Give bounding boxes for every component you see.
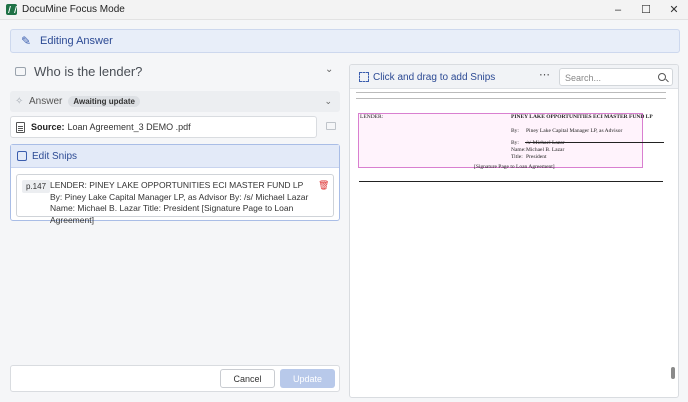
doc-name-label: Name:	[511, 147, 526, 153]
search-placeholder: Search...	[565, 73, 602, 83]
answer-row[interactable]: ✧ Answer Awaiting update ⌄	[10, 91, 340, 112]
doc-title-value: President	[526, 154, 547, 160]
scrollbar-thumb[interactable]	[671, 367, 675, 379]
window-controls: – ☐ ✕	[604, 0, 688, 19]
search-icon[interactable]	[658, 73, 666, 81]
sparkle-icon: ✧	[15, 95, 24, 107]
doc-signature-value: /s/ Michael Lazar	[526, 140, 565, 146]
page-divider	[356, 98, 666, 99]
answer-editor-panel: Who is the lender? ⌄ ✧ Answer Awaiting u…	[10, 58, 342, 400]
question-card-icon	[15, 66, 26, 76]
snip-highlight-box[interactable]	[358, 113, 643, 168]
snip-card[interactable]: p.147 LENDER: PINEY LAKE OPPORTUNITIES E…	[16, 174, 334, 225]
main-frame: ✎ Editing Answer Who is the lender? ⌄ ✧ …	[0, 19, 688, 402]
status-badge: Awaiting update	[68, 96, 140, 107]
edit-snips-icon	[17, 151, 27, 161]
window-titlebar: DocuMine Focus Mode – ☐ ✕	[0, 0, 688, 19]
edit-snips-title: Edit Snips	[32, 150, 78, 162]
chevron-down-icon[interactable]: ⌄	[325, 65, 334, 75]
chevron-down-icon[interactable]: ⌄	[324, 96, 332, 107]
source-value: Loan Agreement_3 DEMO .pdf	[67, 122, 191, 132]
doc-footer: [Signature Page to Loan Agreement]	[474, 164, 555, 170]
maximize-button[interactable]: ☐	[632, 0, 660, 19]
doc-name-value: Michael B. Lazar	[526, 147, 565, 153]
source-field[interactable]: Source: Loan Agreement_3 DEMO .pdf	[10, 116, 317, 138]
page-tag[interactable]: p.147	[22, 180, 51, 193]
question-text: Who is the lender?	[34, 63, 143, 79]
drag-select-icon	[359, 72, 369, 82]
page-rule	[359, 181, 663, 182]
edit-snips-header: Edit Snips	[11, 145, 339, 168]
question-header[interactable]: Who is the lender? ⌄	[10, 58, 342, 84]
editing-banner-label: Editing Answer	[40, 35, 113, 47]
close-button[interactable]: ✕	[660, 0, 688, 19]
answer-label: Answer	[29, 96, 63, 107]
action-bar: Cancel Update	[10, 365, 340, 392]
source-label: Source:	[31, 122, 65, 132]
editing-banner: ✎ Editing Answer	[10, 29, 680, 53]
comment-icon[interactable]	[326, 122, 336, 130]
search-input[interactable]: Search...	[559, 68, 673, 86]
document-page[interactable]: LENDER: PINEY LAKE OPPORTUNITIES ECI MAS…	[356, 92, 666, 397]
doc-by-label: By:	[511, 140, 519, 146]
signature-line	[525, 142, 664, 143]
scrollbar[interactable]	[669, 92, 677, 397]
minimize-button[interactable]: –	[604, 0, 632, 19]
doc-by-label: By:	[511, 128, 519, 134]
edit-snips-panel: Edit Snips p.147 LENDER: PINEY LAKE OPPO…	[10, 144, 340, 225]
doc-lender-label: LENDER:	[360, 114, 384, 120]
document-viewer: Click and drag to add Snips ⋯ Search... …	[349, 64, 679, 398]
window-title: DocuMine Focus Mode	[22, 4, 125, 15]
cancel-button[interactable]: Cancel	[220, 369, 275, 388]
doc-fund-name: PINEY LAKE OPPORTUNITIES ECI MASTER FUND…	[511, 114, 653, 120]
viewer-instruction: Click and drag to add Snips	[373, 72, 496, 83]
doc-by-value: Piney Lake Capital Manager LP, as Adviso…	[526, 128, 623, 134]
update-button[interactable]: Update	[280, 369, 335, 388]
doc-title-label: Title:	[511, 154, 523, 160]
viewer-header: Click and drag to add Snips ⋯ Search...	[350, 65, 678, 89]
snip-text: LENDER: PINEY LAKE OPPORTUNITIES ECI MAS…	[50, 180, 309, 225]
app-excel-icon	[6, 4, 17, 15]
trash-icon[interactable]: 🗑	[318, 181, 329, 190]
document-icon	[16, 121, 25, 133]
pencil-icon: ✎	[21, 33, 32, 48]
more-options-icon[interactable]: ⋯	[539, 68, 551, 81]
